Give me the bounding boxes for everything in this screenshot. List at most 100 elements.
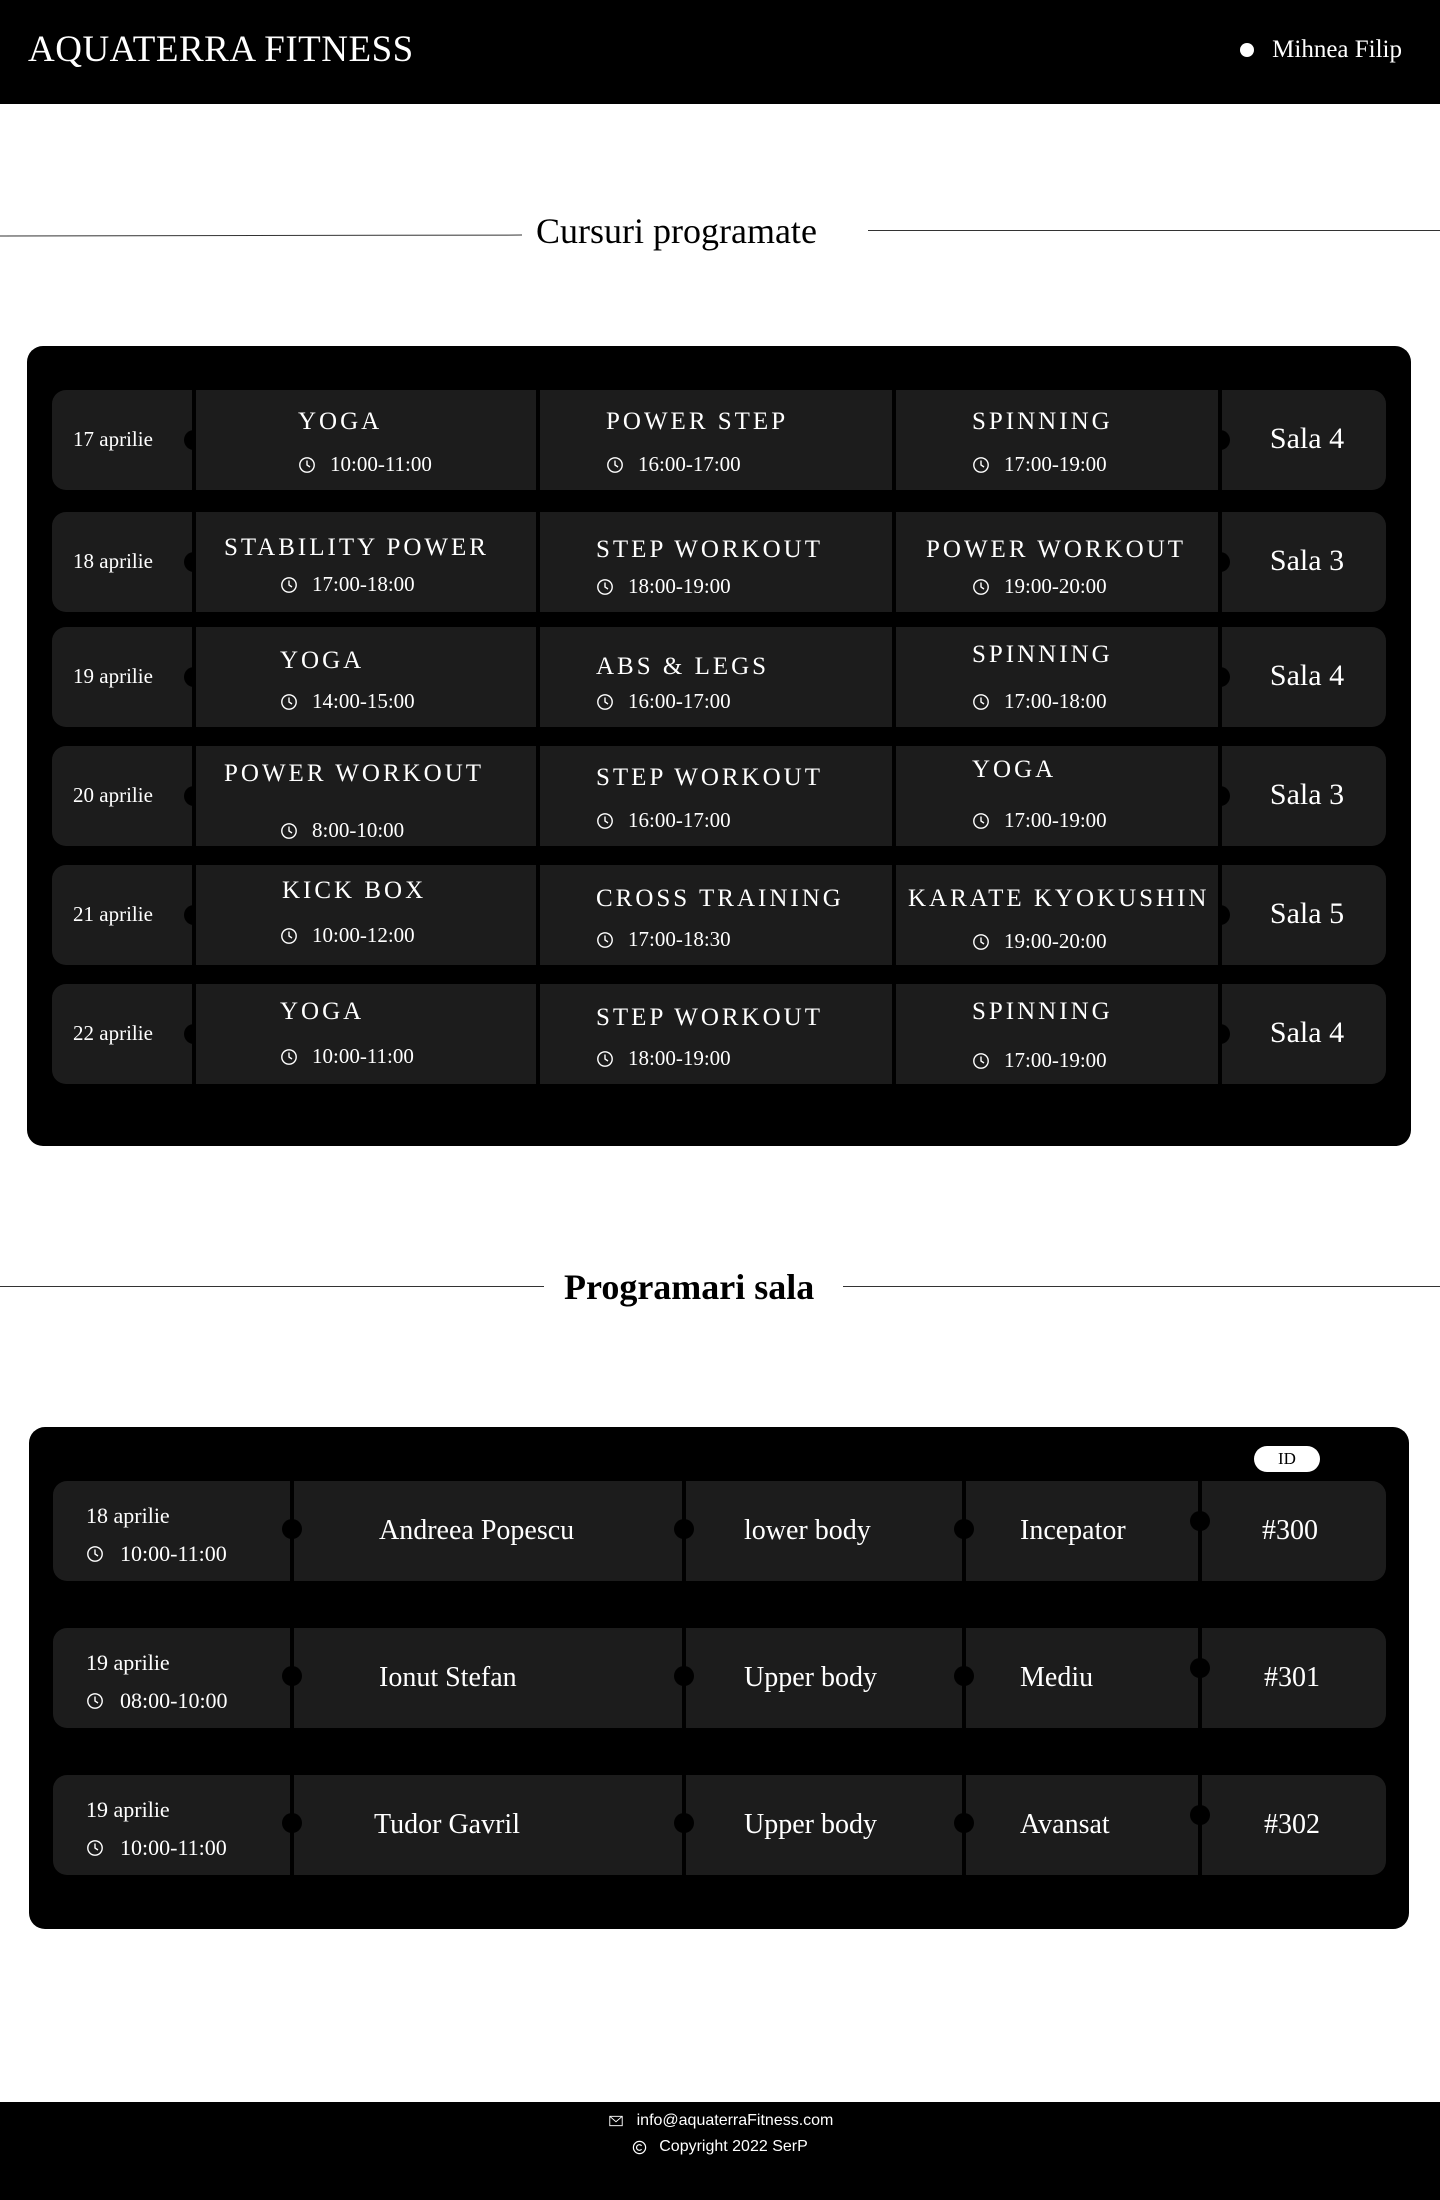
room-cell: Sala 3 [1222,746,1386,846]
class-slot[interactable]: KARATE KYOKUSHIN 19:00-20:00 [896,865,1218,965]
clock-icon [607,456,623,473]
class-time-text: 17:00-19:00 [1004,808,1107,832]
class-slot[interactable]: CROSS TRAINING 17:00-18:30 [540,865,892,965]
class-slot[interactable]: STEP WORKOUT 16:00-17:00 [540,746,892,846]
booking-workout: lower body [744,1515,871,1546]
room-label: Sala 5 [1269,897,1345,930]
class-name: KARATE KYOKUSHIN [908,885,1210,912]
clock-icon [281,693,297,710]
class-time: 18:00-19:00 [596,574,731,599]
class-name: YOGA [972,756,1057,783]
user-menu[interactable]: Mihnea Filip [1240,36,1402,64]
class-time: 16:00-17:00 [596,689,731,714]
class-time: 14:00-15:00 [280,689,415,714]
room-cell: Sala 3 [1222,512,1386,612]
booking-date: 19 aprilie [86,1797,170,1822]
schedule-date: 18 aprilie [73,549,153,573]
class-slot[interactable]: STABILITY POWER 17:00-18:00 [196,512,536,612]
class-time-text: 10:00-11:00 [312,1044,414,1068]
booking-id: #300 [1262,1515,1318,1546]
class-time: 18:00-19:00 [596,1046,731,1071]
booking-time-text: 08:00-10:00 [120,1688,228,1713]
room-cell: Sala 4 [1222,390,1386,490]
class-slot[interactable]: STEP WORKOUT 18:00-19:00 [540,984,892,1084]
class-slot[interactable]: POWER WORKOUT 8:00-10:00 [196,746,536,846]
class-time-text: 16:00-17:00 [628,689,731,713]
footer-email[interactable]: info@aquaterraFitness.com [637,2112,834,2130]
class-time-text: 10:00-12:00 [312,923,415,947]
schedule-date: 22 aprilie [73,1021,153,1045]
bookings-section-title: Programari sala [564,1267,815,1307]
class-time-text: 17:00-19:00 [1004,452,1107,476]
clock-icon [87,1546,103,1562]
class-name: YOGA [298,408,383,435]
booking-row[interactable]: 19 aprilie 10:00-11:00 [53,1775,1386,1875]
booking-row[interactable]: 18 aprilie 10:00-11:00 [53,1481,1386,1581]
clock-icon [597,1050,613,1067]
classes-section-title: Cursuri programate [536,211,817,251]
class-time: 19:00-20:00 [972,574,1107,599]
booking-row[interactable]: 19 aprilie 08:00-10:00 [53,1628,1386,1728]
class-slot[interactable]: YOGA 14:00-15:00 [196,627,536,727]
user-status-icon [1240,43,1255,57]
class-name: POWER WORKOUT [224,760,485,787]
clock-icon [973,578,989,595]
class-slot[interactable]: ABS & LEGS 16:00-17:00 [540,627,892,727]
booking-time: 08:00-10:00 [86,1688,228,1714]
class-slot[interactable]: SPINNING 17:00-18:00 [896,627,1218,727]
clock-icon [597,931,613,948]
clock-icon [281,576,297,593]
timeline-dot [1190,1511,1210,1531]
timeline-dot [674,1813,694,1833]
schedule-date: 17 aprilie [73,427,153,451]
room-label: Sala 3 [1269,778,1345,811]
class-slot[interactable]: YOGA 17:00-19:00 [896,746,1218,846]
clock-icon [973,933,989,950]
class-slot[interactable]: YOGA 10:00-11:00 [196,390,536,490]
room-label: Sala 4 [1269,422,1345,455]
booking-time: 10:00-11:00 [86,1541,227,1567]
clock-icon [281,927,297,944]
footer: info@aquaterraFitness.com Copyright 2022… [0,2102,1440,2200]
clock-icon [973,693,989,710]
schedule-date: 21 aprilie [73,902,153,926]
timeline-dot [282,1666,302,1686]
room-label: Sala 4 [1269,659,1345,692]
class-time-text: 17:00-18:00 [1004,689,1107,713]
class-slot[interactable]: SPINNING 17:00-19:00 [896,390,1218,490]
class-slot[interactable]: STEP WORKOUT 18:00-19:00 [540,512,892,612]
room-label: Sala 4 [1269,1016,1345,1049]
user-name[interactable]: Mihnea Filip [1272,36,1402,64]
footer-copyright-line: Copyright 2022 SerP [0,2138,1440,2156]
booking-id: #301 [1264,1662,1320,1693]
class-time-text: 8:00-10:00 [312,818,405,842]
footer-copyright: Copyright 2022 SerP [659,2138,808,2155]
class-slot[interactable]: POWER STEP 16:00-17:00 [540,390,892,490]
class-time-text: 16:00-17:00 [638,452,741,476]
timeline-dot [1190,1658,1210,1678]
id-column-badge[interactable]: ID [1254,1446,1320,1472]
class-slot[interactable]: SPINNING 17:00-19:00 [896,984,1218,1084]
schedule-date: 19 aprilie [73,664,153,688]
clock-icon [973,456,989,473]
booking-level: Avansat [1020,1809,1110,1840]
class-slot[interactable]: POWER WORKOUT 19:00-20:00 [896,512,1218,612]
clock-icon [299,456,315,473]
class-name: YOGA [280,647,365,674]
booking-time-text: 10:00-11:00 [120,1541,227,1566]
class-slot[interactable]: KICK BOX 10:00-12:00 [196,865,536,965]
class-time-text: 18:00-19:00 [628,574,731,598]
class-name: STEP WORKOUT [596,1004,823,1031]
class-time: 17:00-18:00 [280,572,415,597]
brand-logo[interactable]: AQUATERRA FITNESS [28,28,414,71]
booking-level: Incepator [1020,1515,1126,1546]
divider-right [843,1286,1440,1287]
class-slot[interactable]: YOGA 10:00-11:00 [196,984,536,1084]
room-cell: Sala 4 [1222,627,1386,727]
timeline-dot [674,1666,694,1686]
booking-time: 10:00-11:00 [86,1835,227,1861]
class-time-text: 19:00-20:00 [1004,574,1107,598]
classes-section-header: Cursuri programate [0,202,1440,262]
class-name: SPINNING [972,641,1113,668]
booking-level: Mediu [1020,1662,1094,1693]
